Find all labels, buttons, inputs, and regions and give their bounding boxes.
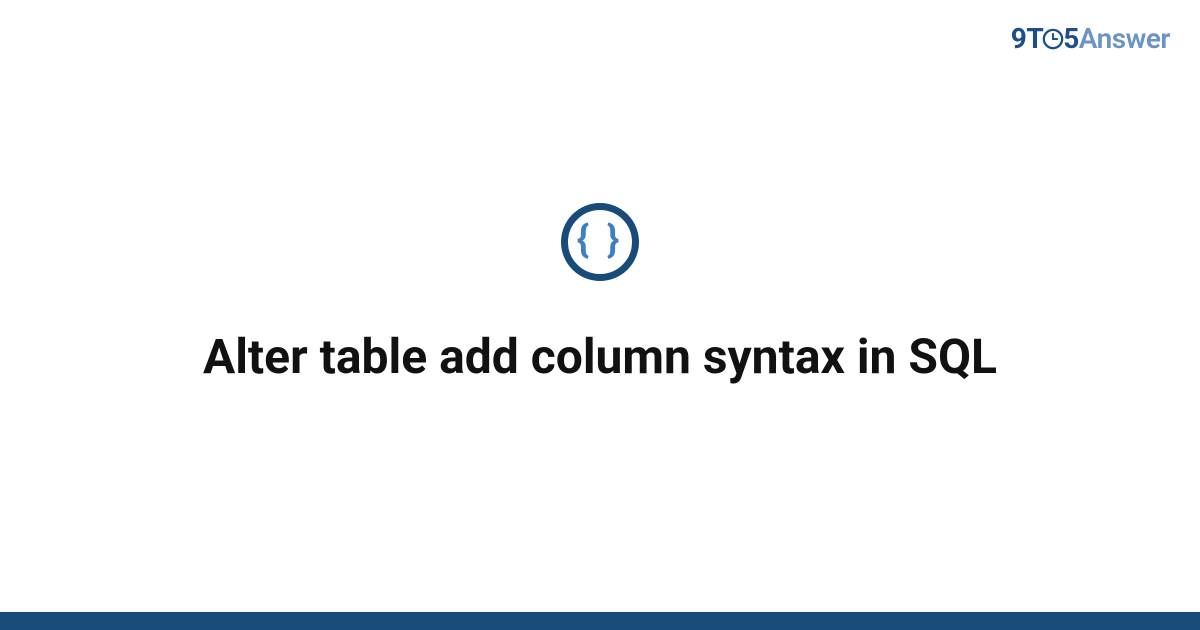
footer-accent-bar	[0, 612, 1200, 630]
page-title: Alter table add column syntax in SQL	[203, 327, 997, 387]
main-content: { } Alter table add column syntax in SQL	[0, 0, 1200, 630]
braces-glyph: { }	[577, 221, 624, 259]
code-braces-icon: { }	[561, 203, 639, 281]
